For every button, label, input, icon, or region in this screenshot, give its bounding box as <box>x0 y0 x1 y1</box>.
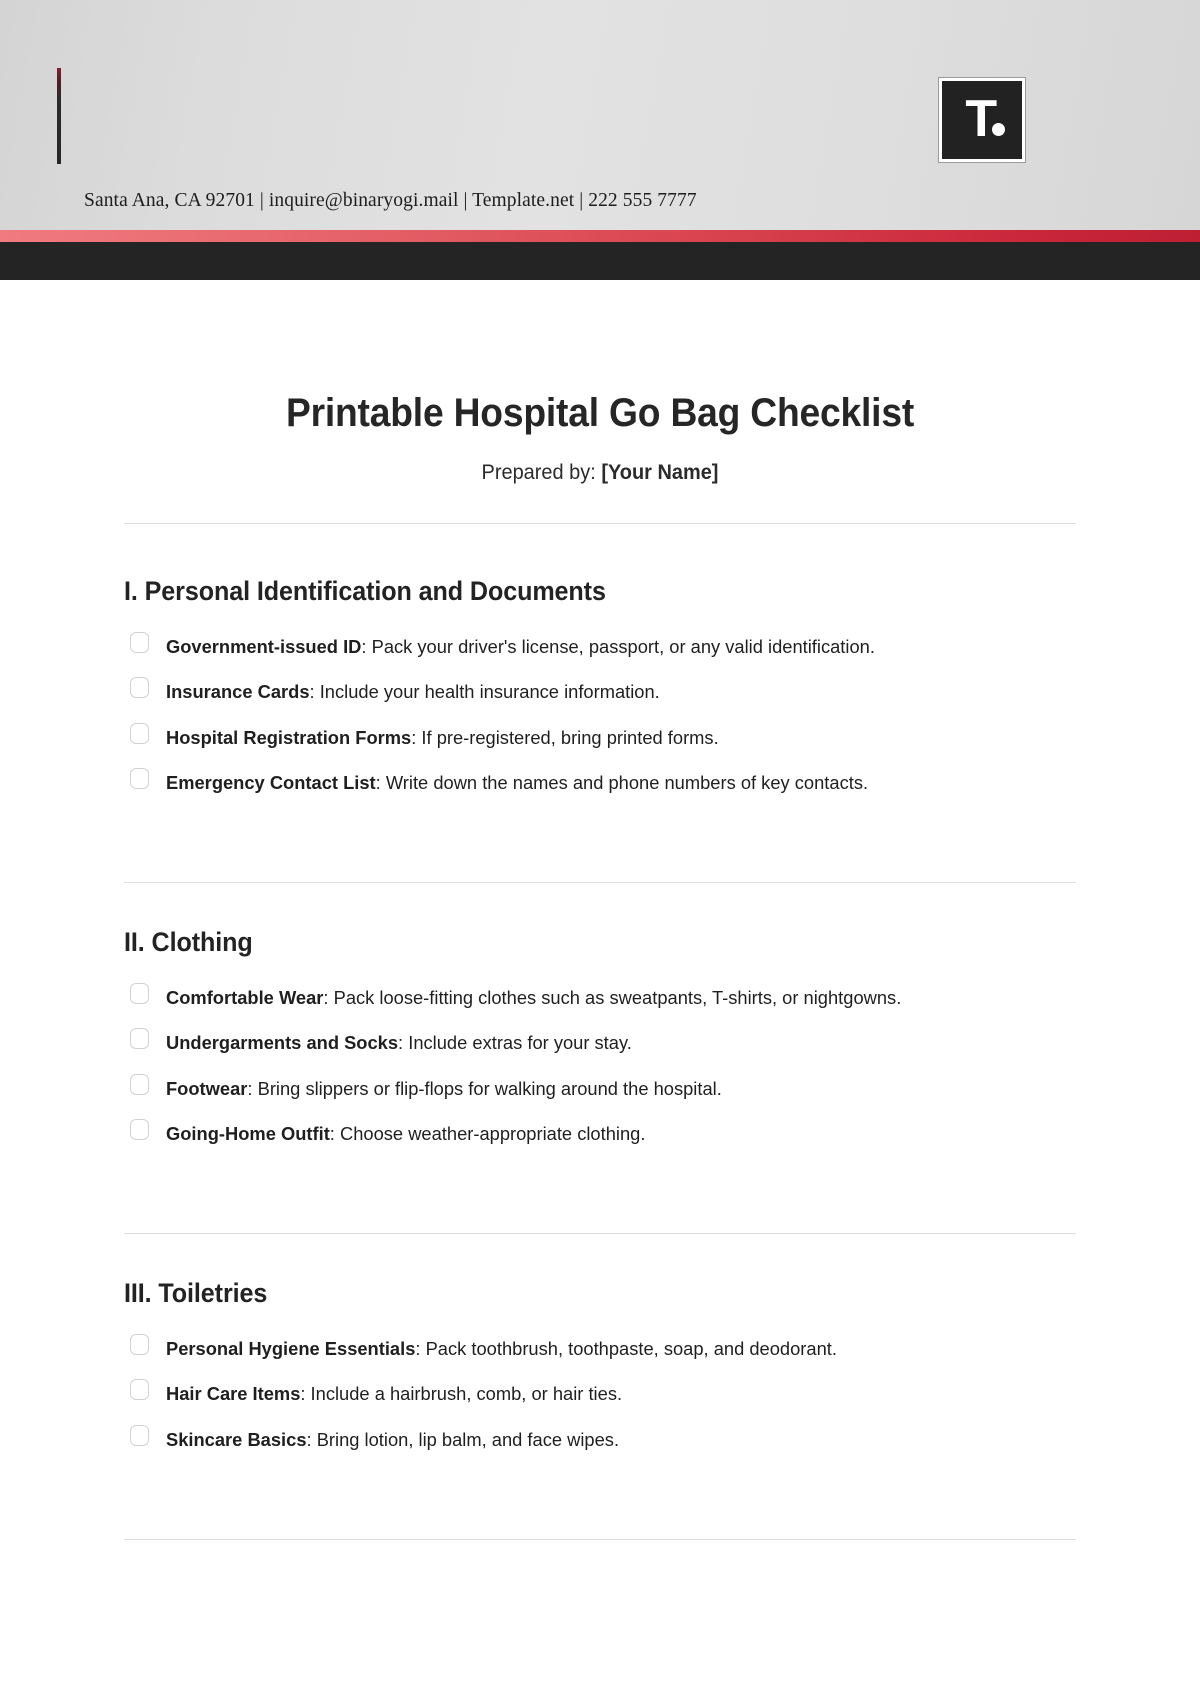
checkbox-icon[interactable] <box>130 1424 149 1446</box>
checkbox-icon[interactable] <box>130 1028 149 1050</box>
checklist-item-description: Write down the names and phone numbers o… <box>380 771 869 793</box>
prepared-by-line: Prepared by: [Your Name] <box>148 461 1052 485</box>
checkbox-icon[interactable] <box>130 677 149 699</box>
logo-letter-icon: T <box>965 89 997 148</box>
section-heading: I. Personal Identification and Documents <box>124 576 606 607</box>
checklist-item[interactable]: Going-Home Outfit: Choose weather-approp… <box>130 1116 1076 1152</box>
checklist-item-description: Include a hairbrush, comb, or hair ties. <box>305 1383 623 1405</box>
document-header: Santa Ana, CA 92701 | inquire@binaryogi.… <box>0 0 1200 230</box>
checklist-item-description: Pack your driver's license, passport, or… <box>366 636 875 658</box>
checklist-item[interactable]: Government-issued ID: Pack your driver's… <box>130 629 1076 665</box>
checklist-item[interactable]: Undergarments and Socks: Include extras … <box>130 1025 1076 1061</box>
header-red-band <box>0 230 1200 242</box>
checkbox-icon[interactable] <box>130 1073 149 1095</box>
brand-logo: T <box>938 77 1026 163</box>
checklist-item-text: Government-issued ID: Pack your driver's… <box>166 629 1062 665</box>
checkbox-icon[interactable] <box>130 722 149 744</box>
checklist-item-label: Hair Care Items <box>166 1383 301 1405</box>
page-title: Printable Hospital Go Bag Checklist <box>285 391 915 435</box>
prepared-by-value: [Your Name] <box>601 461 719 485</box>
checklist-item-description: Pack toothbrush, toothpaste, soap, and d… <box>420 1338 837 1360</box>
title-block: Printable Hospital Go Bag Checklist Prep… <box>124 280 1076 485</box>
logo-dot-icon <box>992 123 1005 136</box>
checklist-item-label: Insurance Cards <box>166 681 310 703</box>
checklist-item-text: Skincare Basics: Bring lotion, lip balm,… <box>166 1422 1062 1458</box>
checklist-item[interactable]: Comfortable Wear: Pack loose-fitting clo… <box>130 980 1076 1016</box>
checklist-item[interactable]: Hospital Registration Forms: If pre-regi… <box>130 720 1076 756</box>
checklist-item-text: Comfortable Wear: Pack loose-fitting clo… <box>166 980 1062 1016</box>
checklist-item-text: Undergarments and Socks: Include extras … <box>166 1025 1062 1061</box>
checklist-item-text: Hair Care Items: Include a hairbrush, co… <box>166 1376 1062 1412</box>
checklist-item-text: Hospital Registration Forms: If pre-regi… <box>166 720 1062 756</box>
checklist-item[interactable]: Personal Hygiene Essentials: Pack toothb… <box>130 1331 1076 1367</box>
checklist-item[interactable]: Insurance Cards: Include your health ins… <box>130 674 1076 710</box>
section-heading: II. Clothing <box>124 927 253 958</box>
header-contact-line: Santa Ana, CA 92701 | inquire@binaryogi.… <box>84 190 697 211</box>
checklist-item-description: If pre-registered, bring printed forms. <box>416 726 719 748</box>
checklist-item[interactable]: Hair Care Items: Include a hairbrush, co… <box>130 1376 1076 1412</box>
checklist-item-description: Bring lotion, lip balm, and face wipes. <box>311 1428 620 1450</box>
checklist-item-label: Undergarments and Socks <box>166 1032 399 1054</box>
checklist-item-label: Going-Home Outfit <box>166 1122 330 1144</box>
document-body: Printable Hospital Go Bag Checklist Prep… <box>0 280 1200 1540</box>
checklist-section: II. Clothing Comfortable Wear: Pack loose… <box>124 883 1076 1235</box>
prepared-by-label: Prepared by: <box>481 461 596 485</box>
checklist-item[interactable]: Skincare Basics: Bring lotion, lip balm,… <box>130 1422 1076 1458</box>
checklist-item-description: Include extras for your stay. <box>403 1032 632 1054</box>
checkbox-icon[interactable] <box>130 1379 149 1401</box>
checklist-item-text: Personal Hygiene Essentials: Pack toothb… <box>166 1331 1062 1367</box>
checklist-item-description: Choose weather-appropriate clothing. <box>334 1122 646 1144</box>
checklist-item[interactable]: Emergency Contact List: Write down the n… <box>130 765 1076 801</box>
section-divider <box>124 1538 1076 1540</box>
checklist: Personal Hygiene Essentials: Pack toothb… <box>130 1331 1076 1458</box>
checkbox-icon[interactable] <box>130 983 149 1005</box>
checklist-item-label: Hospital Registration Forms <box>166 726 412 748</box>
checklist-item-description: Pack loose-fitting clothes such as sweat… <box>328 987 902 1009</box>
checklist: Government-issued ID: Pack your driver's… <box>130 629 1076 801</box>
checklist-item-label: Skincare Basics <box>166 1428 307 1450</box>
sections-container: I. Personal Identification and Documents… <box>124 524 1076 1540</box>
logo-inner-square: T <box>942 81 1022 159</box>
checkbox-icon[interactable] <box>130 1118 149 1140</box>
checklist-section: III. Toiletries Personal Hygiene Essentia… <box>124 1234 1076 1540</box>
checklist-item-label: Comfortable Wear <box>166 987 324 1009</box>
checklist-item-label: Emergency Contact List <box>166 771 376 793</box>
header-accent-rule <box>57 68 61 164</box>
checklist-item-description: Bring slippers or flip-flops for walking… <box>252 1077 722 1099</box>
header-dark-band <box>0 242 1200 280</box>
checkbox-icon[interactable] <box>130 1334 149 1356</box>
checklist-item-text: Emergency Contact List: Write down the n… <box>166 765 1062 801</box>
checklist-item-text: Insurance Cards: Include your health ins… <box>166 674 1062 710</box>
section-heading: III. Toiletries <box>124 1278 268 1309</box>
checklist-item-label: Footwear <box>166 1077 248 1099</box>
checklist-section: I. Personal Identification and Documents… <box>124 524 1076 884</box>
checklist-item-label: Government-issued ID <box>166 636 362 658</box>
checklist-item-text: Footwear: Bring slippers or flip-flops f… <box>166 1071 1062 1107</box>
checklist-item-text: Going-Home Outfit: Choose weather-approp… <box>166 1116 1062 1152</box>
checkbox-icon[interactable] <box>130 632 149 654</box>
checkbox-icon[interactable] <box>130 767 149 789</box>
checklist-item-label: Personal Hygiene Essentials <box>166 1338 416 1360</box>
document-page: Santa Ana, CA 92701 | inquire@binaryogi.… <box>0 0 1200 1696</box>
checklist: Comfortable Wear: Pack loose-fitting clo… <box>130 980 1076 1152</box>
checklist-item-description: Include your health insurance informatio… <box>314 681 660 703</box>
checklist-item[interactable]: Footwear: Bring slippers or flip-flops f… <box>130 1071 1076 1107</box>
